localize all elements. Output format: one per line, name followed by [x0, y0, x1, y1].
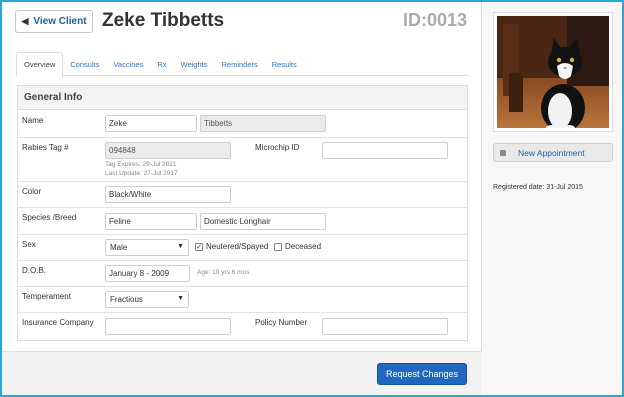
temperament-select[interactable]: Fractious ▼ [105, 291, 189, 308]
neutered-checkbox[interactable]: ✓ Neutered/Spayed [195, 242, 268, 251]
tab-bar: Overview Consults Vaccines Rx Weights Re… [16, 52, 468, 77]
app-frame: ◀ View Client Zeke Tibbetts ID:0013 Over… [2, 2, 622, 395]
insurance-field[interactable] [105, 318, 231, 335]
caret-down-icon: ▼ [177, 295, 184, 302]
last-name-field: Tibbetts [200, 115, 326, 132]
registered-date: Registered date: 31-Jul 2015 [493, 184, 583, 191]
tab-vaccines[interactable]: Vaccines [106, 52, 150, 76]
sex-value: Male [110, 243, 128, 252]
checkbox-empty-icon [274, 242, 282, 251]
deceased-checkbox[interactable]: Deceased [274, 242, 321, 251]
dob-field[interactable]: January 8 - 2009 [105, 265, 190, 282]
policy-field[interactable] [322, 318, 448, 335]
new-appointment-label: New Appointment [518, 147, 585, 158]
caret-down-icon: ▼ [177, 243, 184, 250]
row-rabies: Rabies Tag # 094848 Tag Expires: 29-Jul … [18, 138, 467, 182]
tab-consults[interactable]: Consults [63, 52, 106, 76]
breed-field[interactable]: Domestic Longhair [200, 213, 326, 230]
deceased-label: Deceased [285, 242, 322, 251]
tab-overview[interactable]: Overview [16, 52, 64, 77]
row-sex: Sex Male ▼ ✓ Neutered/Spayed Deceased [18, 235, 467, 261]
species-field[interactable]: Feline [105, 213, 197, 230]
calendar-icon [500, 149, 506, 156]
chevron-left-icon: ◀ [21, 16, 29, 26]
tab-results[interactable]: Results [265, 52, 304, 76]
name-label: Name [22, 116, 44, 125]
row-species: Species /Breed Feline Domestic Longhair [18, 208, 467, 235]
patient-id: ID:0013 [402, 10, 467, 30]
tab-rx[interactable]: Rx [150, 52, 173, 76]
patient-sidebar: New Appointment Registered date: 31-Jul … [483, 2, 622, 395]
tab-weights[interactable]: Weights [174, 52, 215, 76]
form-footer: Request Changes [2, 351, 482, 395]
insurance-label: Insurance Company [22, 318, 94, 327]
first-name-field[interactable]: Zeke [105, 115, 197, 132]
age-text: Age: 10 yrs 6 mos [197, 269, 250, 276]
patient-main: ◀ View Client Zeke Tibbetts ID:0013 Over… [2, 2, 482, 395]
rabies-label: Rabies Tag # [22, 143, 69, 152]
panel-title: General Info [18, 86, 467, 110]
row-name: Name Zeke Tibbetts [18, 110, 467, 138]
new-appointment-button[interactable]: New Appointment [493, 143, 613, 162]
patient-photo [494, 13, 612, 131]
microchip-field[interactable] [322, 142, 448, 159]
color-field[interactable]: Black/White [105, 186, 231, 203]
temperament-value: Fractious [110, 295, 143, 304]
sex-select[interactable]: Male ▼ [105, 239, 189, 256]
temperament-label: Temperament [22, 292, 71, 301]
tab-reminders[interactable]: Reminders [214, 52, 264, 76]
species-label: Species /Breed [22, 213, 77, 222]
dob-label: D.O.B. [22, 266, 47, 275]
policy-label: Policy Number [255, 318, 308, 327]
sex-label: Sex [22, 240, 36, 249]
checkbox-checked-icon: ✓ [195, 242, 203, 251]
rabies-tag-field: 094848 [105, 142, 231, 159]
last-update-text: Last Update: 27-Jul 2017 [105, 170, 178, 177]
view-client-label: View Client [33, 16, 87, 27]
row-temperament: Temperament Fractious ▼ [18, 287, 467, 313]
cat-photo-image [497, 16, 609, 128]
row-dob: D.O.B. January 8 - 2009 Age: 10 yrs 6 mo… [18, 261, 467, 287]
view-client-button[interactable]: ◀ View Client [15, 10, 93, 33]
tag-expires-text: Tag Expires: 29-Jul 2021 [105, 161, 177, 168]
color-label: Color [22, 187, 42, 196]
microchip-label: Microchip ID [255, 143, 300, 152]
row-color: Color Black/White [18, 182, 467, 208]
neutered-label: Neutered/Spayed [206, 242, 269, 251]
request-changes-button[interactable]: Request Changes [377, 363, 467, 385]
row-insurance: Insurance Company Policy Number [18, 313, 467, 340]
page-title: Zeke Tibbetts [102, 10, 225, 31]
general-info-panel: General Info Name Zeke Tibbetts Rabies T… [17, 85, 468, 341]
